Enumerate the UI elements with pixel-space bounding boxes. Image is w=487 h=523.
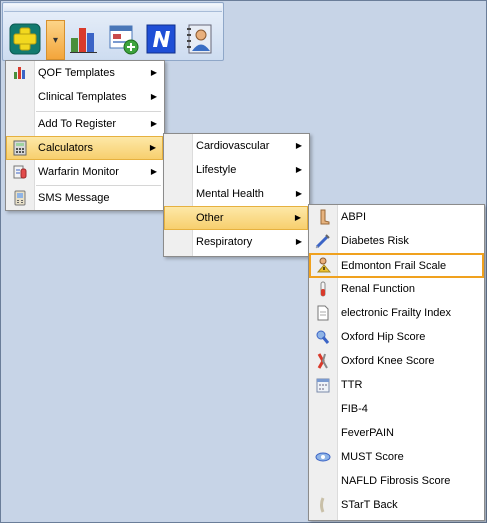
consultation-dropdown-button[interactable]: ▾: [46, 20, 65, 60]
menu-item-diabetes-risk[interactable]: Diabetes Risk: [310, 230, 483, 252]
submenu-arrow-icon: ▶: [150, 92, 157, 101]
other-calculators-submenu: ABPI Diabetes Risk Edmonton Frail Scale …: [308, 204, 485, 521]
syringe-icon: [315, 233, 331, 249]
menu-item-respiratory[interactable]: Respiratory ▶: [165, 231, 308, 253]
knee-icon: [315, 353, 331, 369]
submenu-arrow-icon: ▶: [295, 141, 302, 150]
menu-item-label: FeverPAIN: [341, 427, 394, 439]
menu-item-add-to-register[interactable]: Add To Register ▶: [7, 113, 163, 135]
add-template-icon: [109, 25, 139, 55]
menu-item-label: Oxford Hip Score: [341, 331, 426, 343]
menu-item-label: ABPI: [341, 211, 367, 223]
menu-item-label: STarT Back: [341, 499, 398, 511]
patient-record-button[interactable]: [184, 21, 218, 57]
menu-item-oxford-hip-score[interactable]: Oxford Hip Score: [310, 326, 483, 348]
submenu-arrow-icon: ▶: [149, 143, 156, 152]
submenu-arrow-icon: ▶: [294, 213, 301, 222]
add-consultation-button[interactable]: [8, 21, 42, 57]
test-tube-icon: [315, 281, 331, 297]
bar-chart-icon: [70, 28, 97, 53]
menu-item-label: Respiratory: [196, 236, 253, 248]
menu-item-label: Renal Function: [341, 283, 415, 295]
menu-item-ttr[interactable]: TTR: [310, 374, 483, 396]
calculator-icon: [12, 140, 28, 156]
menu-item-sms-message[interactable]: SMS Message: [7, 187, 163, 209]
bar-chart-icon: [12, 65, 28, 81]
calendar-icon: [315, 377, 331, 393]
toolbar-grip: [4, 4, 222, 12]
document-icon: [315, 305, 331, 321]
menu-item-label: Add To Register: [38, 118, 117, 130]
submenu-arrow-icon: ▶: [150, 167, 157, 176]
menu-separator: [36, 111, 161, 112]
menu-item-label: MUST Score: [341, 451, 404, 463]
menu-item-label: NAFLD Fibrosis Score: [341, 475, 451, 487]
menu-item-label: Mental Health: [196, 188, 264, 200]
menu-item-oxford-knee-score[interactable]: Oxford Knee Score: [310, 350, 483, 372]
menu-item-label: Cardiovascular: [196, 140, 270, 152]
menu-item-start-back[interactable]: STarT Back: [310, 494, 483, 516]
warfarin-icon: [12, 164, 28, 180]
submenu-arrow-icon: ▶: [295, 189, 302, 198]
menu-item-label: electronic Frailty Index: [341, 307, 452, 319]
menu-item-label: QOF Templates: [38, 67, 115, 79]
menu-item-calculators[interactable]: Calculators ▶: [6, 136, 163, 160]
menu-item-label: SMS Message: [38, 192, 110, 204]
n-app-button[interactable]: [144, 21, 178, 57]
menu-item-mental-health[interactable]: Mental Health ▶: [165, 183, 308, 205]
sms-icon: [12, 190, 28, 206]
menu-item-cardiovascular[interactable]: Cardiovascular ▶: [165, 135, 308, 157]
qof-chart-button[interactable]: [67, 21, 101, 57]
consultation-menu: QOF Templates ▶ Clinical Templates ▶ Add…: [5, 60, 165, 211]
menu-item-renal-function[interactable]: Renal Function: [310, 278, 483, 300]
menu-item-must-score[interactable]: MUST Score: [310, 446, 483, 468]
menu-item-edmonton-frail-scale[interactable]: Edmonton Frail Scale: [309, 253, 484, 278]
submenu-arrow-icon: ▶: [150, 68, 157, 77]
n-logo-icon: [146, 24, 176, 54]
menu-item-fib-4[interactable]: FIB-4: [310, 398, 483, 420]
menu-item-qof-templates[interactable]: QOF Templates ▶: [7, 62, 163, 84]
menu-item-label: Edmonton Frail Scale: [341, 259, 447, 272]
submenu-arrow-icon: ▶: [295, 237, 302, 246]
menu-item-label: Diabetes Risk: [341, 235, 409, 247]
frail-person-icon: [315, 257, 331, 273]
menu-item-label: Calculators: [38, 142, 94, 154]
menu-item-clinical-templates[interactable]: Clinical Templates ▶: [7, 86, 163, 108]
menu-item-feverpain[interactable]: FeverPAIN: [310, 422, 483, 444]
menu-item-lifestyle[interactable]: Lifestyle ▶: [165, 159, 308, 181]
toolbar: ▾: [2, 2, 224, 61]
dropdown-chevron-icon: ▾: [52, 34, 59, 46]
menu-item-label: Lifestyle: [196, 164, 237, 176]
menu-item-label: Warfarin Monitor: [38, 166, 119, 178]
patient-record-icon: [187, 24, 212, 54]
menu-item-other[interactable]: Other ▶: [164, 206, 308, 230]
menu-item-warfarin-monitor[interactable]: Warfarin Monitor ▶: [7, 161, 163, 183]
submenu-arrow-icon: ▶: [150, 119, 157, 128]
menu-item-label: Oxford Knee Score: [341, 355, 435, 367]
submenu-arrow-icon: ▶: [295, 165, 302, 174]
menu-item-abpi[interactable]: ABPI: [310, 206, 483, 228]
menu-item-electronic-frailty-index[interactable]: electronic Frailty Index: [310, 302, 483, 324]
menu-item-label: FIB-4: [341, 403, 368, 415]
add-consultation-icon: [9, 23, 41, 55]
menu-item-label: Other: [196, 212, 224, 224]
menu-item-nafld-fibrosis-score[interactable]: NAFLD Fibrosis Score: [310, 470, 483, 492]
leg-icon: [315, 209, 331, 225]
back-icon: [315, 497, 331, 513]
add-template-button[interactable]: [106, 21, 140, 57]
menu-item-label: TTR: [341, 379, 363, 391]
menu-item-label: Clinical Templates: [38, 91, 127, 103]
hip-icon: [315, 329, 331, 345]
menu-separator: [36, 185, 161, 186]
must-icon: [315, 449, 331, 465]
calculators-submenu: Cardiovascular ▶ Lifestyle ▶ Mental Heal…: [163, 133, 310, 257]
